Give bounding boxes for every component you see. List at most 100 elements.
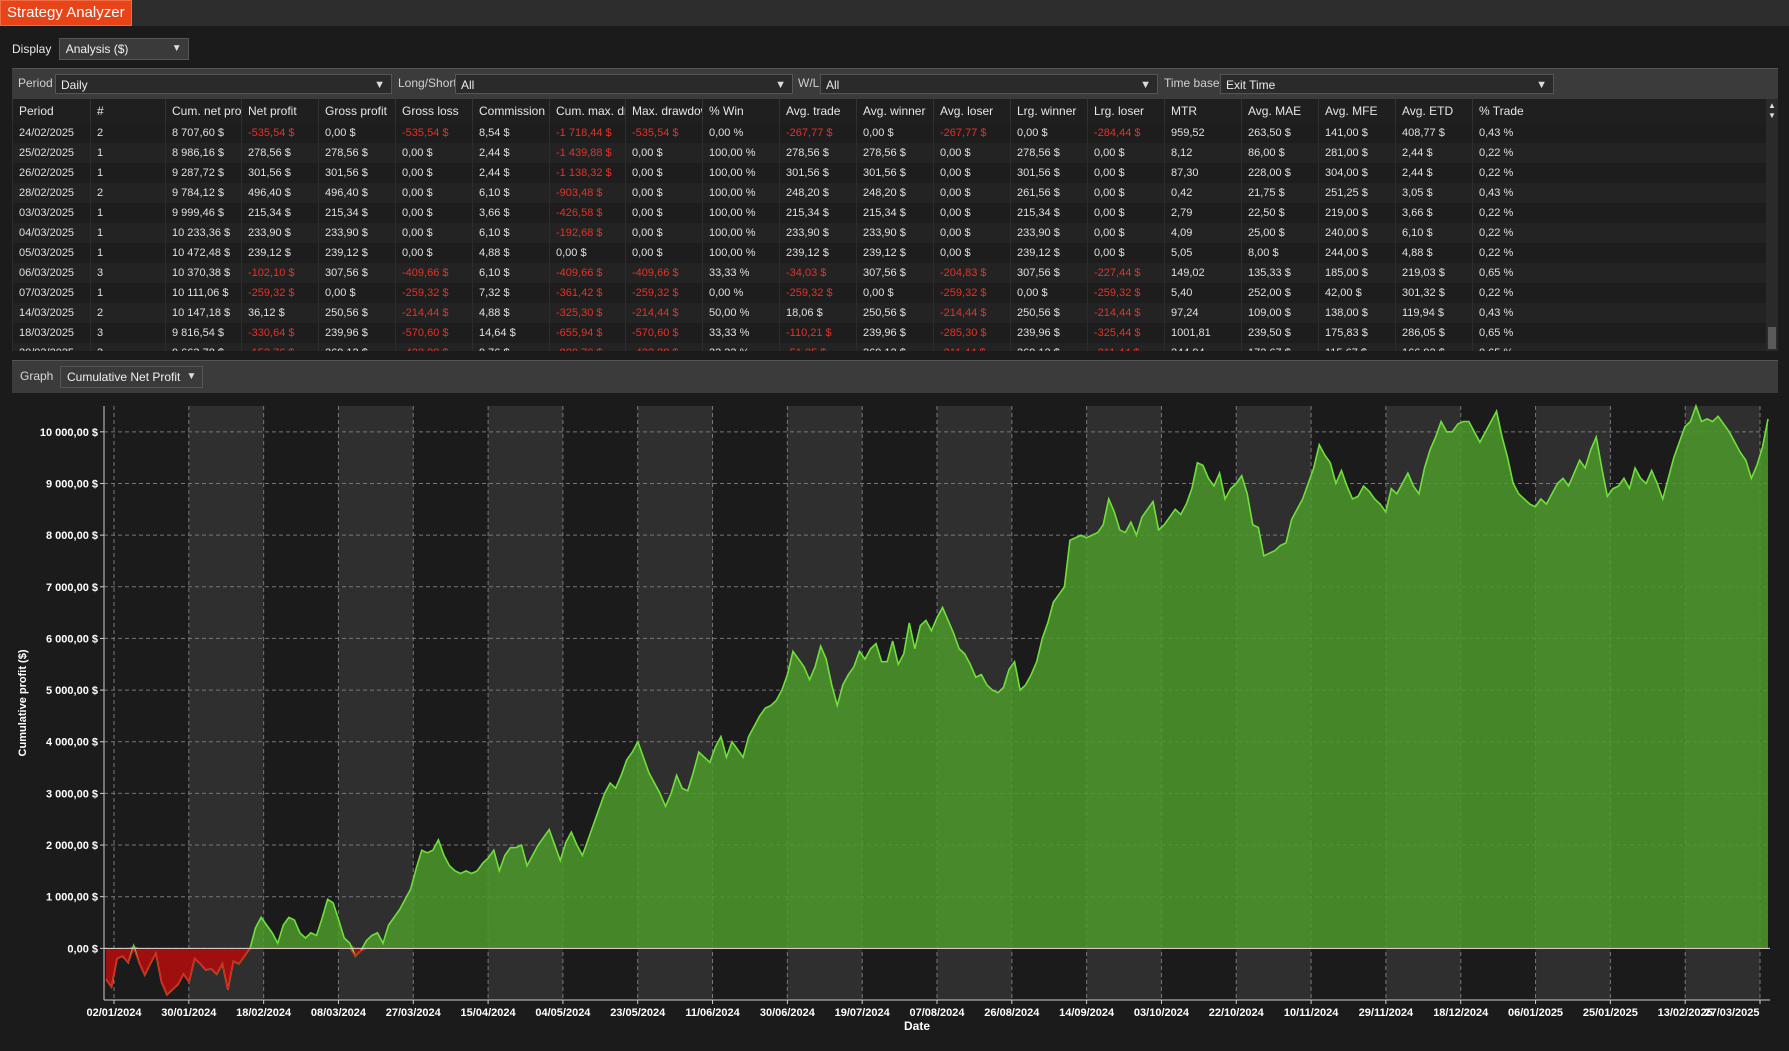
- table-row[interactable]: 04/03/2025 1 10 233,36 $233,90 $233,90 $0,…: [12, 223, 1766, 243]
- column-header[interactable]: Max. drawdow: [625, 99, 702, 123]
- x-tick-label: 04/05/2024: [535, 1007, 591, 1019]
- table-cell: 233,90 $: [856, 223, 933, 243]
- chevron-down-icon: ▼: [1140, 79, 1151, 91]
- table-row[interactable]: 05/03/2025 1 10 472,48 $239,12 $239,12 $0,…: [12, 243, 1766, 263]
- timebase-dropdown[interactable]: Exit Time ▼: [1220, 74, 1554, 94]
- table-cell: 100,00 %: [702, 203, 779, 223]
- table-cell: 6,10 $: [1395, 223, 1472, 243]
- table-cell: 278,56 $: [318, 143, 395, 163]
- table-body[interactable]: 24/02/2025 2 8 707,60 $ -535,54 $0,00 $ -535…: [12, 123, 1766, 351]
- table-cell: -259,32 $: [241, 283, 318, 303]
- table-cell: 8,00 $: [1241, 243, 1318, 263]
- x-tick-label: 18/12/2024: [1433, 1007, 1489, 1019]
- period-value: Daily: [61, 78, 88, 92]
- y-tick-label: 4 000,00 $: [46, 737, 98, 749]
- table-row[interactable]: 24/02/2025 2 8 707,60 $ -535,54 $0,00 $ -535…: [12, 123, 1766, 143]
- table-cell: 100,00 %: [702, 163, 779, 183]
- table-cell: 10 472,48 $: [165, 243, 241, 263]
- column-header[interactable]: % Trade: [1472, 99, 1766, 123]
- column-header[interactable]: Lrg. winner: [1010, 99, 1087, 123]
- column-header[interactable]: Avg. trade: [779, 99, 856, 123]
- x-tick-label: 10/11/2024: [1284, 1007, 1339, 1019]
- x-tick-label: 22/10/2024: [1209, 1007, 1265, 1019]
- column-header[interactable]: % Win: [702, 99, 779, 123]
- column-header[interactable]: Gross loss: [395, 99, 472, 123]
- table-cell: 1: [90, 203, 165, 223]
- scroll-up-icon[interactable]: ▲: [1766, 101, 1778, 111]
- x-tick-label: 19/07/2024: [835, 1007, 891, 1019]
- table-cell: 4,09: [1164, 223, 1241, 243]
- table-cell: 4,88 $: [472, 243, 549, 263]
- table-row[interactable]: 25/02/2025 1 8 986,16 $278,56 $278,56 $0,0…: [12, 143, 1766, 163]
- column-header[interactable]: Gross profit: [318, 99, 395, 123]
- table-cell: 9 816,54 $: [165, 323, 241, 343]
- table-row[interactable]: 14/03/2025 2 10 147,18 $36,12 $250,56 $ -21…: [12, 303, 1766, 323]
- table-cell: -535,54 $: [625, 123, 702, 143]
- column-header[interactable]: Period: [12, 99, 90, 123]
- column-header[interactable]: Net profit: [241, 99, 318, 123]
- graph-bar: Graph Cumulative Net Profit ▼: [12, 360, 1778, 393]
- table-cell: 3: [90, 343, 165, 351]
- table-row[interactable]: 07/03/2025 1 10 111,06 $ -259,32 $0,00 $ -25…: [12, 283, 1766, 303]
- table-row[interactable]: 03/03/2025 1 9 999,46 $215,34 $215,34 $0,0…: [12, 203, 1766, 223]
- table-cell: -426,58 $: [549, 203, 625, 223]
- column-header[interactable]: Cum. net profi: [165, 99, 241, 123]
- table-row[interactable]: 20/03/202539 663,78 $-152,76 $269,12 $-4…: [12, 343, 1766, 351]
- table-row[interactable]: 26/02/2025 1 9 287,72 $301,56 $301,56 $0,0…: [12, 163, 1766, 183]
- column-header[interactable]: Avg. ETD: [1395, 99, 1472, 123]
- display-label: Display: [12, 42, 52, 56]
- longshort-dropdown[interactable]: All ▼: [455, 74, 793, 94]
- scroll-down-icon[interactable]: ▼: [1766, 111, 1778, 121]
- table-cell: 8,12: [1164, 143, 1241, 163]
- table-cell: -51,25 $: [779, 343, 856, 351]
- column-header[interactable]: Commission: [472, 99, 549, 123]
- table-cell: 286,05 $: [1395, 323, 1472, 343]
- table-cell: 0,00 $: [395, 143, 472, 163]
- table-cell: 278,56 $: [779, 143, 856, 163]
- x-tick-label: 27/03/2024: [386, 1007, 442, 1019]
- table-cell: 239,12 $: [241, 243, 318, 263]
- table-row[interactable]: 06/03/2025 3 10 370,38 $ -102,10 $307,56 $ -…: [12, 263, 1766, 283]
- table-cell: 0,00 $: [856, 283, 933, 303]
- column-header[interactable]: Avg. MAE: [1241, 99, 1318, 123]
- timebase-value: Exit Time: [1226, 78, 1276, 92]
- table-cell: 278,56 $: [241, 143, 318, 163]
- column-header[interactable]: Cum. max. dra: [549, 99, 625, 123]
- table-cell: 100,00 %: [702, 143, 779, 163]
- table-cell: 0,22 %: [1472, 283, 1766, 303]
- table-cell: 0,65 %: [1472, 263, 1766, 283]
- column-header[interactable]: Avg. loser: [933, 99, 1010, 123]
- table-cell: 20/03/2025: [12, 343, 90, 351]
- table-cell: -422,88 $: [395, 343, 472, 351]
- wl-dropdown[interactable]: All ▼: [820, 74, 1158, 94]
- table-row[interactable]: 18/03/2025 3 9 816,54 $ -330,64 $239,96 $ -5…: [12, 323, 1766, 343]
- table-cell: 10 370,38 $: [165, 263, 241, 283]
- app-title-tab[interactable]: Strategy Analyzer: [0, 0, 132, 26]
- table-cell: 0,43 %: [1472, 123, 1766, 143]
- table-cell: 0,22 %: [1472, 163, 1766, 183]
- chart-band: [188, 406, 264, 1000]
- graph-type-dropdown[interactable]: Cumulative Net Profit ▼: [60, 366, 204, 388]
- table-cell: 0,65 %: [1472, 323, 1766, 343]
- period-dropdown[interactable]: Daily ▼: [55, 74, 392, 94]
- table-cell: 86,00 $: [1241, 143, 1318, 163]
- table-row[interactable]: 28/02/2025 2 9 784,12 $496,40 $496,40 $0,0…: [12, 183, 1766, 203]
- table-cell: 9 999,46 $: [165, 203, 241, 223]
- table-scrollbar[interactable]: ▲ ▼: [1766, 99, 1778, 351]
- table-cell: -152,76 $: [241, 343, 318, 351]
- table-cell: 0,00 $: [549, 243, 625, 263]
- cumulative-profit-chart[interactable]: 0,00 $ 1 000,00 $ 2 000,00 $ 3 000,00 $ 4 00…: [12, 394, 1778, 1040]
- column-header[interactable]: Avg. MFE: [1318, 99, 1395, 123]
- display-dropdown[interactable]: Analysis ($) ▼: [58, 38, 189, 60]
- column-header[interactable]: MTR: [1164, 99, 1241, 123]
- wl-value: All: [826, 78, 840, 92]
- table-cell: 0,00 $: [625, 243, 702, 263]
- x-tick-label: 07/08/2024: [909, 1007, 965, 1019]
- table-cell: 496,40 $: [241, 183, 318, 203]
- column-header[interactable]: #: [90, 99, 165, 123]
- column-header[interactable]: Avg. winner: [856, 99, 933, 123]
- table-cell: 0,00 $: [1087, 143, 1164, 163]
- column-header[interactable]: Lrg. loser: [1087, 99, 1164, 123]
- table-cell: 278,56 $: [1010, 143, 1087, 163]
- scroll-thumb[interactable]: [1768, 327, 1776, 349]
